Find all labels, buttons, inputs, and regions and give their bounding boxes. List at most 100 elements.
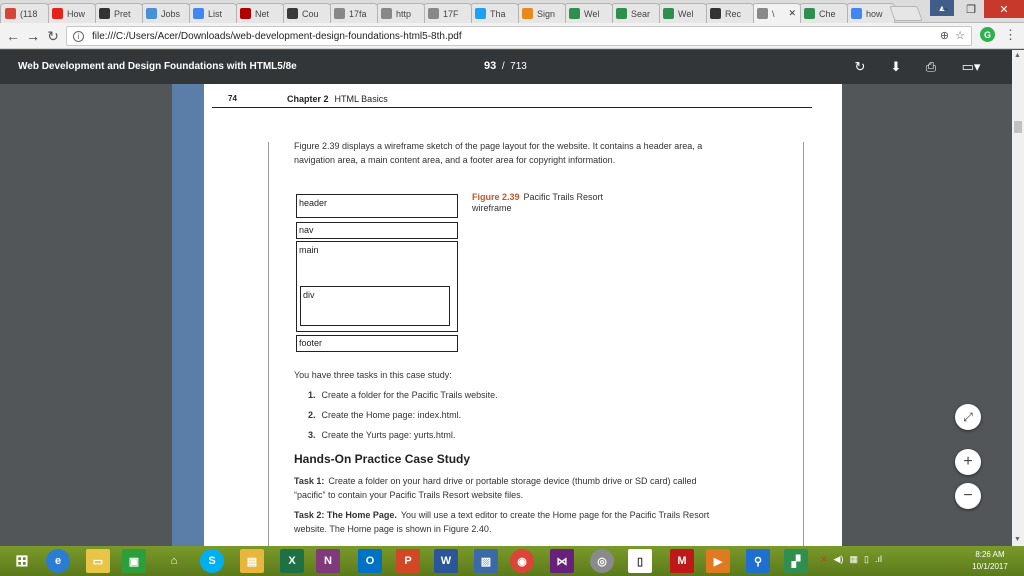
tab-close-icon[interactable]: ✕ xyxy=(788,8,796,19)
person-icon xyxy=(146,8,157,19)
pdf-toolbar: Web Development and Design Foundations w… xyxy=(0,50,1024,84)
pdf-page: 74 Chapter 2 HTML Basics Figure 2.39 disp… xyxy=(172,84,842,546)
zoom-in-button[interactable]: + xyxy=(955,449,981,475)
scrollbar[interactable]: ▲ ▼ xyxy=(1012,50,1024,546)
page-separator: / xyxy=(501,61,505,72)
file-icon[interactable]: ▯ xyxy=(628,549,652,573)
browser-tab[interactable]: how xyxy=(846,3,895,23)
browser-tab[interactable]: 17F xyxy=(423,3,472,23)
download-icon[interactable]: ⬇ xyxy=(888,59,904,75)
system-tray: ✕ ◀) ▦ ▯ .ıl xyxy=(820,554,882,565)
browser-tab[interactable]: Net xyxy=(235,3,284,23)
tab-label: List xyxy=(208,8,223,19)
zoom-icon[interactable]: ⊕ xyxy=(940,29,949,42)
bookmark-star-icon[interactable]: ☆ xyxy=(955,29,965,42)
chart-app-icon[interactable]: ▞ xyxy=(784,549,808,573)
search-icon[interactable]: ⚲ xyxy=(746,549,770,573)
battery-icon[interactable]: ▯ xyxy=(864,554,869,565)
network-icon[interactable]: ▦ xyxy=(849,554,858,565)
home-icon[interactable]: ⌂ xyxy=(162,549,186,573)
browser-tab[interactable]: List xyxy=(188,3,237,23)
excel-icon[interactable]: X xyxy=(280,549,304,573)
photos-icon[interactable]: ▨ xyxy=(474,549,498,573)
outlook-icon[interactable]: O xyxy=(358,549,382,573)
scroll-up-icon[interactable]: ▲ xyxy=(1014,52,1021,59)
onenote-icon[interactable]: N xyxy=(316,549,340,573)
task-number: 3. xyxy=(308,430,316,440)
tray-close-icon[interactable]: ✕ xyxy=(820,554,828,565)
minimize-button[interactable]: – xyxy=(932,0,958,18)
back-icon[interactable]: ← xyxy=(4,27,22,45)
browser-tab[interactable]: Wel xyxy=(564,3,613,23)
browser-tab[interactable]: Pret xyxy=(94,3,143,23)
mcafee-icon[interactable]: M xyxy=(670,549,694,573)
browser-tab[interactable]: Wel xyxy=(658,3,707,23)
windows-start-icon[interactable]: ⊞ xyxy=(10,549,34,573)
zoom-out-button[interactable]: − xyxy=(955,483,981,509)
print-icon[interactable]: ⎙ xyxy=(923,59,939,75)
taskbar: ⊞ e ▭ ▣ ⌂ S ▤ X N O P W ▨ ◉ ⋈ ◎ ▯ M ▶ ⚲ … xyxy=(0,546,1024,576)
rotate-icon[interactable]: ↻ xyxy=(852,59,868,75)
browser-tab[interactable]: http xyxy=(376,3,425,23)
fit-to-page-button[interactable]: ⤢ xyxy=(955,404,981,430)
volume-icon[interactable]: ◀) xyxy=(834,554,844,565)
browser-tab[interactable]: How xyxy=(47,3,96,23)
close-window-button[interactable]: ✕ xyxy=(984,0,1024,18)
tab-label: Rec xyxy=(725,8,742,19)
edge-icon[interactable]: e xyxy=(46,549,70,573)
browser-tab[interactable]: Che xyxy=(799,3,848,23)
disc-icon[interactable]: ◎ xyxy=(590,549,614,573)
left-margin-line xyxy=(268,142,269,546)
tab-label: \ xyxy=(772,8,775,19)
wireframe-header: header xyxy=(296,194,458,218)
restore-button[interactable]: ❐ xyxy=(958,0,984,18)
visual-studio-icon[interactable]: ⋈ xyxy=(550,549,574,573)
store-icon[interactable]: ▣ xyxy=(122,549,146,573)
info-icon[interactable]: i xyxy=(73,30,84,42)
browser-tab[interactable]: Sear xyxy=(611,3,660,23)
page-icon xyxy=(334,8,345,19)
chrome-icon[interactable]: ◉ xyxy=(510,549,534,573)
puzzle-icon xyxy=(522,8,533,19)
browser-tab[interactable]: Jobs xyxy=(141,3,190,23)
forward-icon[interactable]: → xyxy=(24,27,42,45)
browser-tab[interactable]: \ ✕ xyxy=(752,3,801,23)
extension-icon[interactable]: G xyxy=(980,27,995,42)
menu-icon[interactable]: ⋮ xyxy=(1004,27,1017,43)
tab-label: 17F xyxy=(443,8,459,19)
tab-label: Cou xyxy=(302,8,319,19)
browser-tab[interactable]: Tha xyxy=(470,3,519,23)
tab-label: 17fa xyxy=(349,8,367,19)
notes-icon[interactable]: ▤ xyxy=(240,549,264,573)
c-icon xyxy=(663,8,674,19)
chapter-label: Chapter 2 xyxy=(287,94,329,104)
scrollbar-thumb[interactable] xyxy=(1014,121,1022,133)
clock[interactable]: 8:26 AM 10/1/2017 xyxy=(962,549,1018,573)
address-bar[interactable]: i file:///C:/Users/Acer/Downloads/web-de… xyxy=(66,26,972,46)
scroll-down-icon[interactable]: ▼ xyxy=(1014,536,1021,543)
task-item: 1. Create a folder for the Pacific Trails… xyxy=(308,390,498,400)
word-icon[interactable]: W xyxy=(434,549,458,573)
skype-icon[interactable]: S xyxy=(200,549,224,573)
browser-tab[interactable]: Sign xyxy=(517,3,566,23)
powerpoint-icon[interactable]: P xyxy=(396,549,420,573)
signal-icon[interactable]: .ıl xyxy=(875,554,882,565)
google-icon xyxy=(851,8,862,19)
new-tab-button[interactable] xyxy=(889,6,923,21)
browser-tab[interactable]: Rec xyxy=(705,3,754,23)
browser-tab[interactable]: (118 xyxy=(0,3,49,23)
browser-tab[interactable]: 17fa xyxy=(329,3,378,23)
browser-tab[interactable]: Cou xyxy=(282,3,331,23)
current-page[interactable]: 93 xyxy=(484,60,496,72)
chapter-number: 74 xyxy=(228,94,237,103)
task2-label: Task 2: The Home Page. xyxy=(294,510,397,520)
file-explorer-icon[interactable]: ▭ xyxy=(86,549,110,573)
google-icon xyxy=(193,8,204,19)
reload-icon[interactable]: ↻ xyxy=(44,27,62,45)
media-player-icon[interactable]: ▶ xyxy=(706,549,730,573)
pdf-viewer[interactable]: 74 Chapter 2 HTML Basics Figure 2.39 disp… xyxy=(0,84,1012,546)
section-heading: Hands-On Practice Case Study xyxy=(294,452,471,466)
task2-paragraph: Task 2: The Home Page. You will use a tex… xyxy=(294,508,724,536)
bookmark-menu-icon[interactable]: ▭▾ xyxy=(960,59,982,75)
tab-strip: how Che \ ✕ Rec Wel Sear Wel Sign Tha 17F http 17fa C… xyxy=(0,0,1024,23)
